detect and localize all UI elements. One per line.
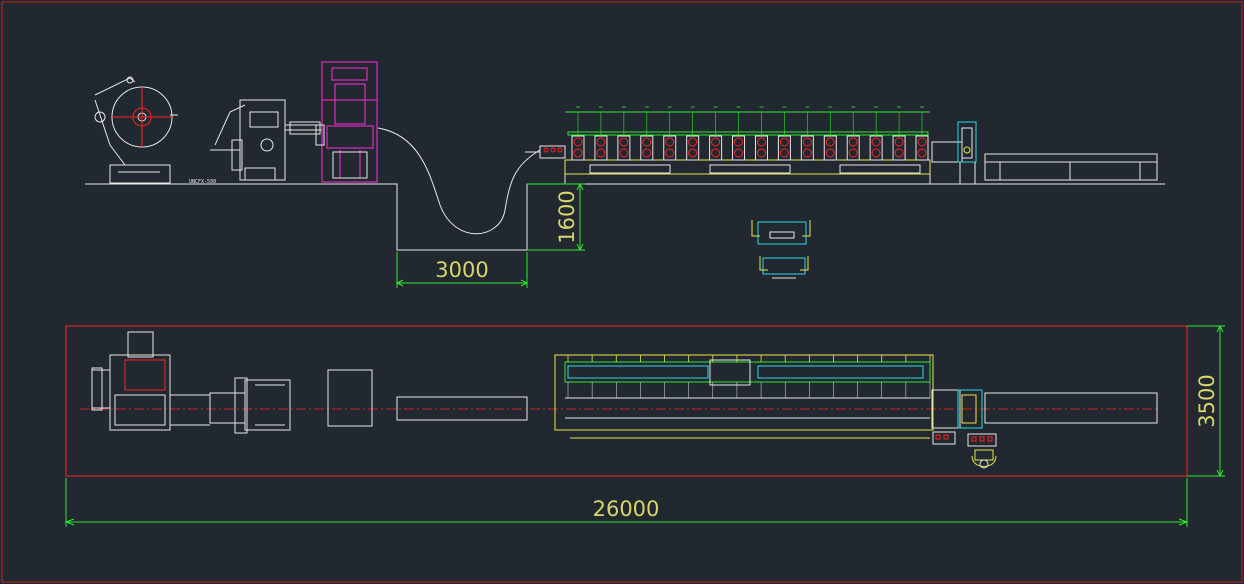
machine-label: UNCFX-500 [189,179,216,185]
drawing-frame [1,1,1243,583]
profile-detail [751,220,811,279]
roll-station [892,106,906,161]
plan-frame [65,325,1188,477]
roll-station [640,106,654,161]
press-plan [327,369,373,427]
coil-loop [377,127,541,235]
leveler-plan [209,377,291,434]
roll-station [823,106,837,161]
decoiler-plan [91,331,210,431]
runout-plan [984,392,1158,424]
plan-view: 3500 26000 [64,324,1225,527]
dim-plan-width-text: 3500 [1195,374,1219,427]
dim-total-length-text: 26000 [593,497,660,521]
punch-press [315,61,378,183]
roll-station [869,106,883,161]
roll-station [800,106,814,161]
roll-station [915,106,929,161]
ground-line [85,183,1165,251]
roll-station [732,106,746,161]
control-panels [932,431,997,469]
roll-forming-machine [564,106,931,184]
dim-pit-width-text: 3000 [435,258,488,282]
roll-former-plan-ticks [567,355,931,398]
roll-former-plan [554,354,934,439]
pit-plan [396,396,528,421]
leveler: UNCFX-500 [189,99,322,185]
roll-stations [571,106,929,161]
dim-plan-width: 3500 [1187,324,1225,478]
roll-station [617,106,631,161]
roll-station [663,106,677,161]
cutting-unit [931,121,977,184]
dim-pit-depth: 1600 [527,182,585,252]
elevation-view: UNCFX-500 3000 1600 [85,61,1165,288]
runout-table [984,153,1158,181]
dim-pit-depth-text: 1600 [555,190,579,243]
roll-station [846,106,860,161]
dim-total-length: 26000 [64,478,1189,527]
roll-station [686,106,700,161]
dim-pit-width: 3000 [395,252,529,288]
roll-station [594,106,608,161]
roll-station [571,106,585,161]
decoiler [94,76,178,184]
cad-drawing: UNCFX-500 3000 1600 3500 26000 [1,1,1243,583]
roll-station [754,106,768,161]
roll-station [709,106,723,161]
roll-station [777,106,791,161]
